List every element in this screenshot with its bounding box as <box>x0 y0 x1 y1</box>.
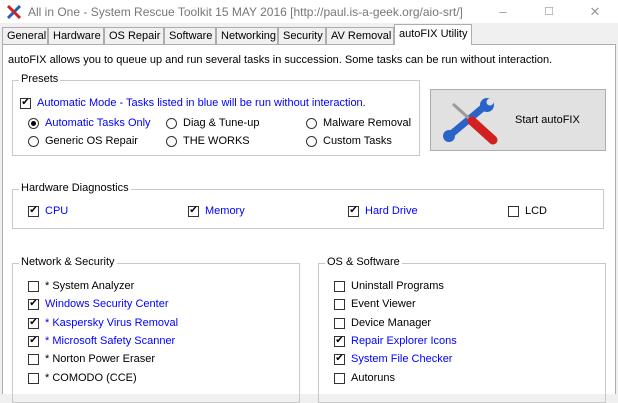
checkbox-norton-power-eraser[interactable]: * Norton Power Eraser <box>28 353 155 365</box>
checkbox-box: ✔ <box>28 298 39 310</box>
checkbox-label: Memory <box>205 205 245 217</box>
checkbox-label: Repair Explorer Icons <box>351 335 457 347</box>
checkbox-cpu[interactable]: ✔ CPU <box>28 205 68 217</box>
checkbox-label: Hard Drive <box>365 205 418 217</box>
os-legend: OS & Software <box>325 256 402 268</box>
radio-label: THE WORKS <box>183 135 250 147</box>
checkbox-label: * COMODO (CCE) <box>45 372 137 384</box>
window-title: All in One - System Rescue Toolkit 15 MA… <box>28 5 463 19</box>
hardware-legend: Hardware Diagnostics <box>19 182 131 194</box>
radio-diag-tune-up[interactable]: Diag & Tune-up <box>166 117 259 129</box>
radio-generic-os-repair[interactable]: Generic OS Repair <box>28 135 138 147</box>
checkbox-autoruns[interactable]: Autoruns <box>334 372 395 384</box>
radio-circle <box>306 135 317 147</box>
presets-legend: Presets <box>19 73 61 85</box>
automatic-mode-checkbox[interactable]: ✔ Automatic Mode - Tasks listed in blue … <box>20 97 366 109</box>
tab-networking[interactable]: Networking <box>216 27 278 44</box>
checkbox-label: * Norton Power Eraser <box>45 353 156 365</box>
checkbox-lcd[interactable]: LCD <box>508 205 547 217</box>
checkbox-label: * System Analyzer <box>45 280 135 292</box>
checkbox-box: ✔ <box>28 317 39 329</box>
radio-circle <box>28 135 39 147</box>
checkbox-microsoft-safety-scanner[interactable]: ✔ * Microsoft Safety Scanner <box>28 335 175 347</box>
checkbox-box: ✔ <box>334 335 345 347</box>
radio-circle <box>166 135 177 147</box>
radio-label: Malware Removal <box>323 117 412 129</box>
radio-label: Diag & Tune-up <box>183 117 260 129</box>
checkbox-label: Device Manager <box>351 317 432 329</box>
checkbox-box <box>28 353 39 365</box>
radio-malware-removal[interactable]: Malware Removal <box>306 117 411 129</box>
checkbox-box <box>334 298 345 310</box>
checkbox-event-viewer[interactable]: Event Viewer <box>334 298 416 310</box>
maximize-button[interactable]: ☐ <box>526 0 572 23</box>
checkbox-device-manager[interactable]: Device Manager <box>334 317 431 329</box>
start-autofix-label: Start autoFIX <box>515 114 580 126</box>
checkbox-system-file-checker[interactable]: ✔ System File Checker <box>334 353 452 365</box>
checkbox-label: Windows Security Center <box>45 298 169 310</box>
checkbox-box: ✔ <box>28 335 39 347</box>
checkbox-repair-explorer-icons[interactable]: ✔ Repair Explorer Icons <box>334 335 457 347</box>
checkbox-label: Uninstall Programs <box>351 280 444 292</box>
checkbox-box <box>334 372 345 384</box>
checkbox-label: System File Checker <box>351 353 453 365</box>
checkbox-box <box>28 372 39 384</box>
checkbox-comodo-cce[interactable]: * COMODO (CCE) <box>28 372 137 384</box>
checkbox-label: CPU <box>45 205 69 217</box>
automatic-mode-label: Automatic Mode - Tasks listed in blue wi… <box>37 97 366 109</box>
checkbox-uninstall-programs[interactable]: Uninstall Programs <box>334 280 444 292</box>
radio-circle <box>306 117 317 129</box>
checkbox-label: LCD <box>525 205 548 217</box>
radio-custom-tasks[interactable]: Custom Tasks <box>306 135 392 147</box>
checkbox-system-analyzer[interactable]: * System Analyzer <box>28 280 134 292</box>
checkbox-memory[interactable]: ✔ Memory <box>188 205 245 217</box>
checkbox-windows-security-center[interactable]: ✔ Windows Security Center <box>28 298 169 310</box>
checkbox-box: ✔ <box>20 97 31 109</box>
checkbox-box: ✔ <box>188 205 199 217</box>
checkbox-label: * Kaspersky Virus Removal <box>45 317 179 329</box>
checkbox-box: ✔ <box>334 353 345 365</box>
network-legend: Network & Security <box>19 256 117 268</box>
tab-av-removal[interactable]: AV Removal <box>326 27 394 44</box>
tab-strip: General Hardware OS Repair Software Netw… <box>0 24 618 45</box>
checkbox-box: ✔ <box>28 205 39 217</box>
tab-general[interactable]: General <box>2 27 48 44</box>
checkbox-box <box>334 317 345 329</box>
wrench-screwdriver-icon <box>443 98 498 145</box>
radio-label: Custom Tasks <box>323 135 392 147</box>
checkbox-label: * Microsoft Safety Scanner <box>45 335 176 347</box>
checkbox-box: ✔ <box>348 205 359 217</box>
radio-circle <box>28 117 39 129</box>
app-icon <box>6 4 22 20</box>
checkbox-box <box>28 280 39 292</box>
radio-the-works[interactable]: THE WORKS <box>166 135 250 147</box>
checkbox-kaspersky-virus-removal[interactable]: ✔ * Kaspersky Virus Removal <box>28 317 178 329</box>
checkbox-box <box>508 205 519 217</box>
minimize-button[interactable]: – <box>480 0 526 23</box>
title-bar: All in One - System Rescue Toolkit 15 MA… <box>0 0 618 23</box>
checkbox-hard-drive[interactable]: ✔ Hard Drive <box>348 205 418 217</box>
checkbox-label: Autoruns <box>351 372 396 384</box>
close-button[interactable]: ✕ <box>572 0 618 23</box>
tab-software[interactable]: Software <box>164 27 216 44</box>
checkbox-label: Event Viewer <box>351 298 416 310</box>
tab-autofix-utility[interactable]: autoFIX Utility <box>394 24 472 45</box>
radio-automatic-tasks-only[interactable]: Automatic Tasks Only <box>28 117 151 129</box>
radio-label: Generic OS Repair <box>45 135 138 147</box>
tab-hardware[interactable]: Hardware <box>48 27 104 44</box>
start-autofix-button[interactable]: Start autoFIX <box>430 89 606 151</box>
tab-os-repair[interactable]: OS Repair <box>104 27 164 44</box>
radio-label: Automatic Tasks Only <box>45 117 151 129</box>
tab-security[interactable]: Security <box>278 27 326 44</box>
radio-circle <box>166 117 177 129</box>
description-text: autoFIX allows you to queue up and run s… <box>8 54 553 66</box>
checkbox-box <box>334 280 345 292</box>
